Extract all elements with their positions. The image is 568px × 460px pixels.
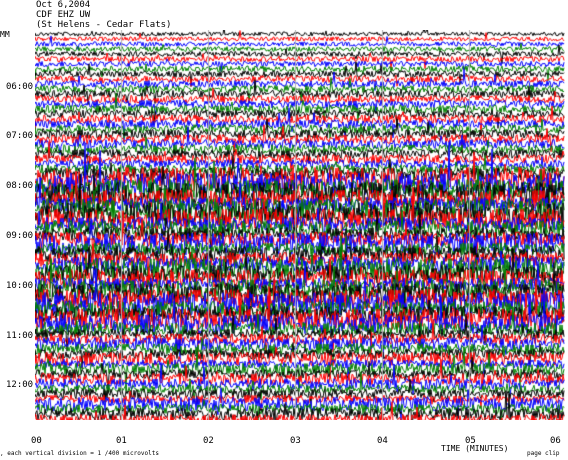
y-label-1000: 10:00 <box>6 281 34 291</box>
x-label-03: 03 <box>290 436 301 446</box>
y-label-1200: 12:00 <box>6 380 34 390</box>
seismogram-location: (St Helens - Cedar Flats) <box>36 20 172 30</box>
x-label-00: 00 <box>31 436 42 446</box>
y-label-0900: 09:00 <box>6 231 34 241</box>
seismogram-traces <box>35 30 565 420</box>
seismogram-station: CDF EHZ UW <box>36 10 91 20</box>
y-label-0600: 06:00 <box>6 82 34 92</box>
y-label-1100: 11:00 <box>6 331 34 341</box>
y-label-0800: 08:00 <box>6 181 34 191</box>
x-label-06: 06 <box>550 436 561 446</box>
y-axis-top-label: MM <box>0 30 10 39</box>
seismogram-date: Oct 6,2004 <box>36 0 91 10</box>
footer-scale-note: , each vertical division = 1 /400 microv… <box>0 450 159 457</box>
x-label-01: 01 <box>116 436 127 446</box>
footer-clip-note: page clip <box>527 450 560 457</box>
x-axis-title: TIME (MINUTES) <box>441 444 509 453</box>
y-label-0700: 07:00 <box>6 131 34 141</box>
x-label-04: 04 <box>377 436 388 446</box>
x-label-02: 02 <box>203 436 214 446</box>
